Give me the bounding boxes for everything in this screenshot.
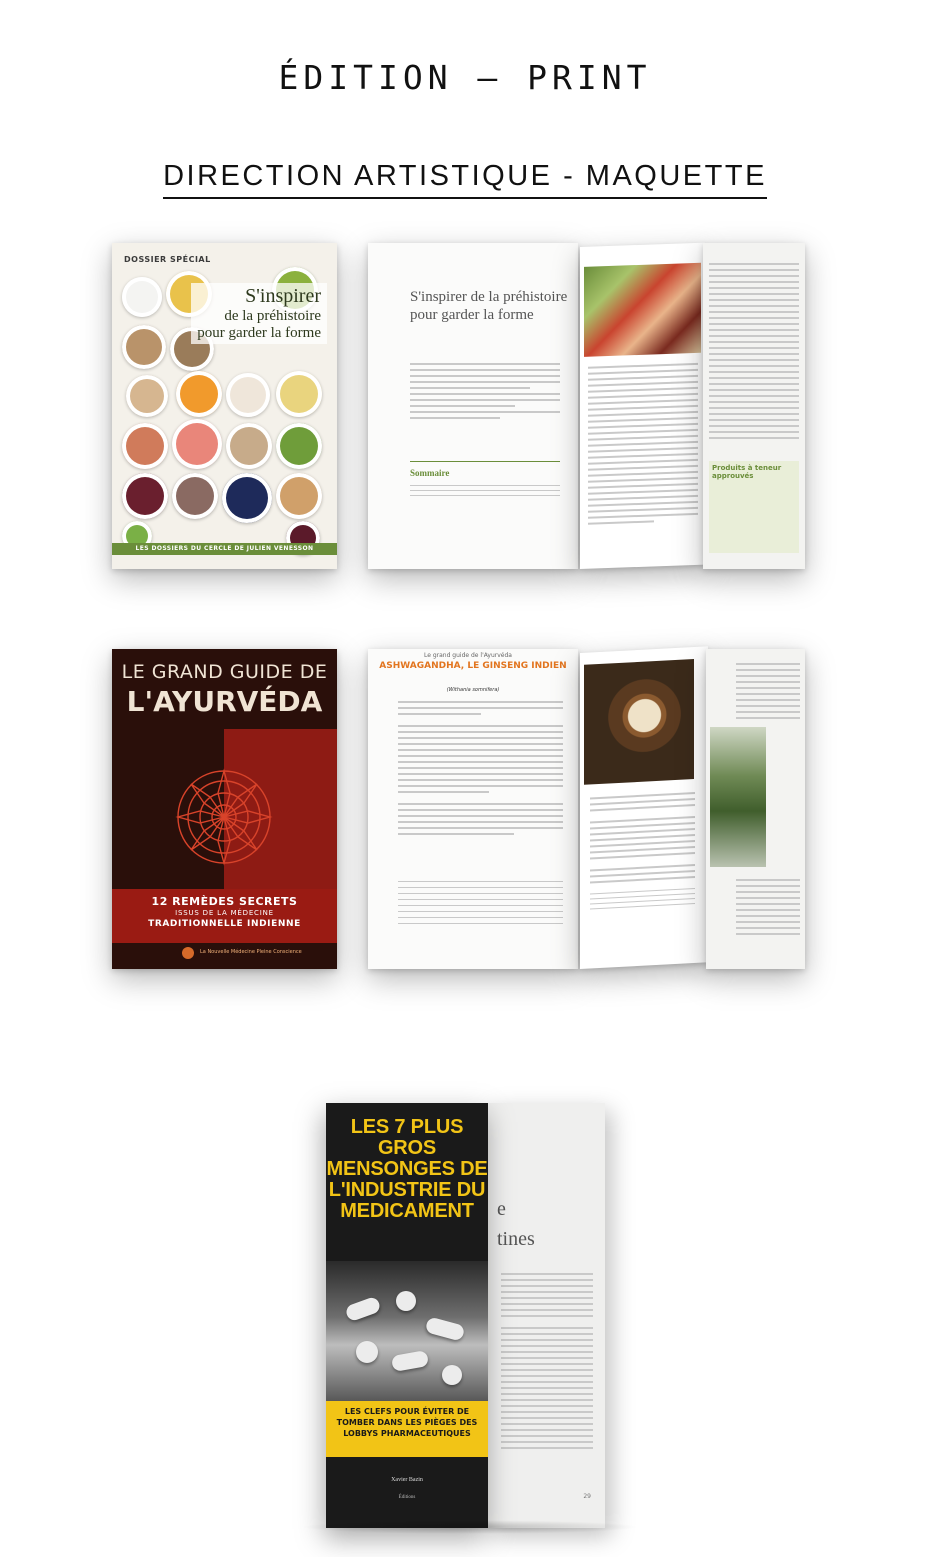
publisher-logo-icon [182, 947, 194, 959]
mandala-illustration [175, 768, 273, 866]
cover-title-line2: de la préhistoire [224, 308, 321, 324]
spread-right-page [706, 649, 805, 969]
cover-title-line1: LE GRAND GUIDE DE [121, 661, 328, 683]
medicament-book-cover: LES 7 PLUS GROS MENSONGES DE L'INDUSTRIE… [326, 1103, 488, 1528]
spread-heading: S'inspirer de la préhistoire pour garder… [410, 289, 568, 323]
medicament-book-inside-page: e tines 29 [487, 1103, 605, 1528]
inside-heading-word2: tines [497, 1228, 535, 1250]
spread-left-page: S'inspirer de la préhistoire pour garder… [368, 243, 578, 569]
cover-title-line1: S'inspirer [245, 285, 321, 307]
body-text-lines [398, 701, 563, 839]
ashwagandha-photo [584, 659, 694, 785]
spread-heading: ASHWAGANDHA, LE GINSENG INDIEN [379, 661, 567, 671]
spread-subheading: (Withania somnifera) [446, 687, 500, 693]
food-photo [584, 262, 701, 357]
section-subtitle: DIRECTION ARTISTIQUE - MAQUETTE [163, 160, 767, 199]
ayurveda-book-cover: LE GRAND GUIDE DE L'AYURVÉDA 12 REMÈDES … [112, 649, 337, 969]
page-number: 29 [583, 1493, 591, 1500]
footnote-lines [398, 881, 563, 929]
cover-title: S'inspirer de la préhistoire pour garder… [191, 283, 327, 344]
spread-turning-page [580, 242, 705, 570]
body-text-lines [410, 363, 560, 423]
cover-title-line3: pour garder la forme [197, 325, 321, 341]
body-text-lines [709, 263, 799, 443]
cover-band-line2: ISSUS DE LA MÉDECINE [175, 909, 274, 917]
cover-band-line1: 12 REMÈDES SECRETS [151, 895, 298, 908]
info-box: Produits à teneur approuvés [709, 461, 799, 553]
page-title: ÉDITION – PRINT [278, 58, 652, 97]
running-head: Le grand guide de l'Ayurvéda [424, 652, 512, 659]
toc-lines [410, 485, 560, 500]
cover-band: 12 REMÈDES SECRETS ISSUS DE LA MÉDECINE … [112, 889, 337, 943]
cover-publisher: Éditions [398, 1495, 416, 1500]
spread-section-title: Sommaire [410, 468, 450, 478]
body-text-lines [588, 362, 698, 529]
body-text-lines [736, 879, 800, 939]
cover-band-line3: TRADITIONNELLE INDIENNE [148, 919, 301, 929]
ayurveda-open-spread: Le grand guide de l'Ayurvéda ASHWAGANDHA… [368, 646, 805, 969]
herb-photo [710, 727, 766, 867]
cover-title: LES 7 PLUS GROS MENSONGES DE L'INDUSTRIE… [326, 1116, 488, 1222]
cover-author: Xavier Bazin [391, 1477, 423, 1483]
spread-turning-page [580, 646, 708, 969]
info-box-title: Produits à teneur approuvés [712, 464, 782, 480]
inside-heading-word1: e [497, 1198, 506, 1220]
cover-band: LES CLEFS POUR ÉVITER DE TOMBER DANS LES… [326, 1401, 488, 1457]
body-text-lines [590, 791, 695, 914]
prehistoire-book-cover: DOSSIER SPÉCIAL S'inspirer de la préhist… [112, 243, 337, 569]
cover-title-line2: L'AYURVÉDA [126, 685, 323, 718]
publisher-logo-text: La Nouvelle Médecine Pleine Conscience [200, 949, 302, 955]
cover-band: LES DOSSIERS DU CERCLE DE JULIEN VENESSO… [112, 543, 337, 555]
cover-label: DOSSIER SPÉCIAL [124, 255, 211, 264]
pills-photo [326, 1261, 488, 1401]
cover-title: LE GRAND GUIDE DE L'AYURVÉDA [112, 661, 337, 718]
spread-left-page: Le grand guide de l'Ayurvéda ASHWAGANDHA… [368, 649, 578, 969]
prehistoire-open-spread: S'inspirer de la préhistoire pour garder… [368, 242, 805, 570]
body-text-lines [501, 1273, 593, 1453]
spread-right-page: Produits à teneur approuvés [703, 243, 805, 569]
body-text-lines [736, 663, 800, 723]
